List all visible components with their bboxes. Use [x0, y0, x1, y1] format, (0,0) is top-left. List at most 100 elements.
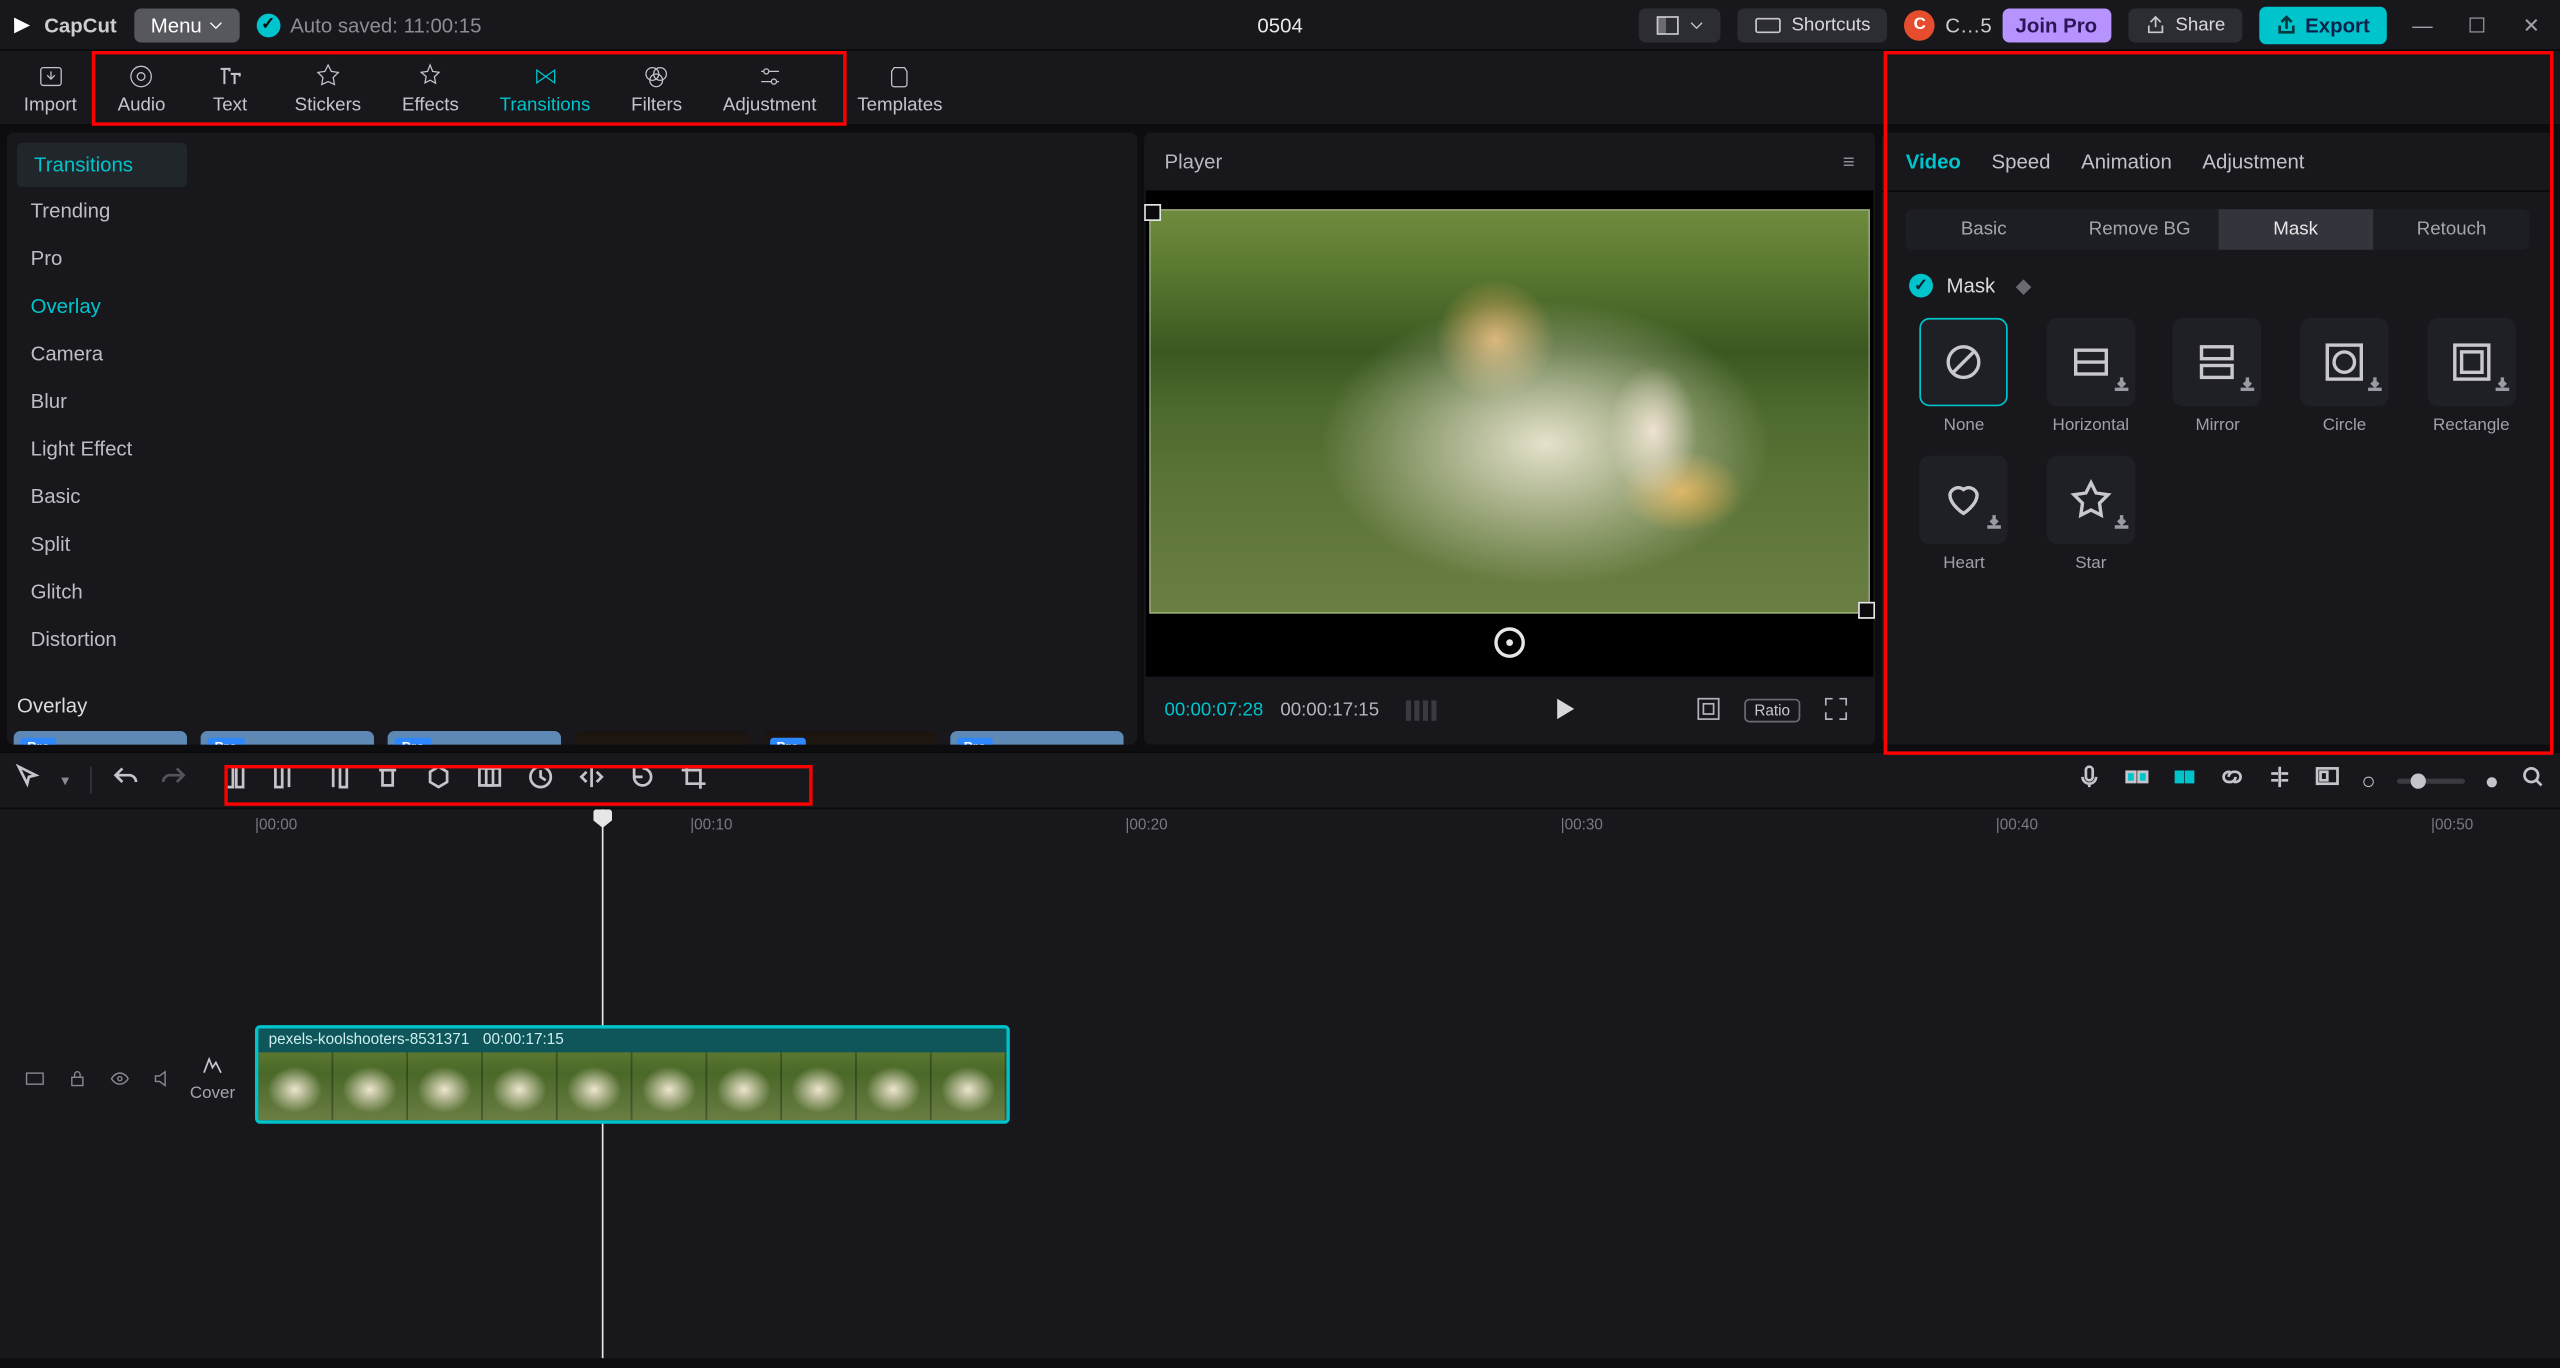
library-cat-distortion[interactable]: Distortion — [7, 615, 197, 663]
inspector-tab-animation[interactable]: Animation — [2081, 150, 2172, 174]
clip-thumbnails — [258, 1052, 1006, 1120]
mask-circle[interactable]: Circle — [2290, 318, 2400, 435]
menu-button[interactable]: Menu — [134, 8, 239, 42]
mask-heart[interactable]: Heart — [1909, 456, 2019, 573]
tab-audio[interactable]: Audio — [101, 51, 183, 124]
track-settings-icon[interactable] — [24, 1068, 46, 1099]
transition-item[interactable]: ProWhite Flash II — [950, 731, 1124, 745]
library-cat-basic[interactable]: Basic — [7, 473, 197, 521]
library-cat-glitch[interactable]: Glitch — [7, 568, 197, 616]
split-right-tool[interactable] — [322, 762, 349, 798]
inspector-subtab-remove-bg[interactable]: Remove BG — [2062, 209, 2218, 250]
track-area[interactable]: Cover pexels-koolshooters-8531371 00:00:… — [0, 847, 2560, 1359]
preview-icon[interactable] — [2314, 762, 2341, 798]
tab-filters[interactable]: Filters — [614, 51, 699, 124]
mask-diamond-icon[interactable]: ◆ — [2016, 274, 2032, 298]
magnet-aux-icon[interactable] — [2171, 762, 2198, 798]
inspector-tab-adjustment[interactable]: Adjustment — [2202, 150, 2304, 174]
play-button[interactable] — [1550, 694, 1577, 726]
select-tool[interactable] — [14, 762, 41, 798]
inspector-subtab-mask[interactable]: Mask — [2218, 209, 2374, 250]
library-cat-camera[interactable]: Camera — [7, 330, 197, 378]
player-menu-icon[interactable]: ≡ — [1843, 150, 1855, 174]
video-preview[interactable] — [1149, 209, 1869, 614]
transition-item[interactable]: ProStarli…verlay — [763, 731, 937, 745]
mask-star[interactable]: Star — [2036, 456, 2146, 573]
split-left-tool[interactable] — [271, 762, 298, 798]
time-ruler[interactable]: |00:00|00:10|00:20|00:30|00:40|00:50 — [0, 809, 2560, 846]
transition-item[interactable]: ProFan Out — [201, 731, 375, 745]
align-icon[interactable] — [2266, 762, 2293, 798]
inspector-subtab-retouch[interactable]: Retouch — [2374, 209, 2530, 250]
library-cat-light-effect[interactable]: Light Effect — [7, 425, 197, 473]
rotate-tool[interactable] — [628, 762, 655, 798]
transition-item[interactable]: ProShimmer — [14, 731, 188, 745]
download-icon — [2493, 371, 2510, 402]
crop-window-tool[interactable] — [475, 762, 502, 798]
split-tool[interactable] — [220, 762, 247, 798]
mask-mirror[interactable]: Mirror — [2163, 318, 2273, 435]
mask-rectangle[interactable]: Rectangle — [2416, 318, 2526, 435]
library-cat-split[interactable]: Split — [7, 520, 197, 568]
tab-stickers[interactable]: Stickers — [278, 51, 379, 124]
select-dropdown-icon[interactable]: ▾ — [61, 771, 69, 790]
transition-item[interactable]: Black Fade — [575, 731, 749, 745]
zoom-fit-icon[interactable] — [2519, 762, 2546, 798]
transport-bar: 00:00:07:28 00:00:17:15 Ratio — [1144, 677, 1875, 745]
account-cluster[interactable]: C C…5 Join Pro — [1904, 8, 2110, 42]
layout-toggle[interactable] — [1638, 8, 1720, 42]
marker-tool[interactable] — [424, 762, 451, 798]
library-cat-blur[interactable]: Blur — [7, 377, 197, 425]
transition-item[interactable]: ProDisso… Zoom — [388, 731, 562, 745]
video-clip[interactable]: pexels-koolshooters-8531371 00:00:17:15 — [255, 1025, 1010, 1124]
speed-tool[interactable] — [526, 762, 553, 798]
tab-transitions[interactable]: Transitions — [483, 51, 608, 124]
zoom-slider[interactable] — [2396, 778, 2464, 783]
library-cat-overlay[interactable]: Overlay — [7, 282, 197, 330]
redo-button[interactable] — [159, 762, 186, 798]
tab-templates[interactable]: Templates — [840, 51, 959, 124]
undo-button[interactable] — [111, 762, 138, 798]
delete-tool[interactable] — [373, 762, 400, 798]
share-button[interactable]: Share — [2128, 8, 2243, 42]
track-mute-icon[interactable] — [151, 1068, 173, 1099]
mic-icon[interactable] — [2076, 762, 2103, 798]
avatar: C — [1904, 9, 1935, 40]
library-cat-trending[interactable]: Trending — [7, 187, 197, 235]
magnet-main-icon[interactable] — [2123, 762, 2150, 798]
maximize-button[interactable]: ☐ — [2458, 13, 2495, 37]
mask-checkbox[interactable]: ✓ — [1909, 274, 1933, 298]
minimize-button[interactable]: — — [2404, 13, 2441, 37]
inspector-subtab-basic[interactable]: Basic — [1906, 209, 2062, 250]
mirror-tool[interactable] — [577, 762, 604, 798]
track-lock-icon[interactable] — [66, 1068, 88, 1099]
library-cat-pro[interactable]: Pro — [7, 235, 197, 283]
zoom-out-icon[interactable]: ○ — [2361, 767, 2375, 794]
library-categories: TransitionsTrendingProOverlayCameraBlurL… — [7, 133, 197, 674]
cover-button[interactable]: Cover — [184, 1051, 242, 1104]
crop-tool[interactable] — [679, 762, 706, 798]
library-cat-transitions[interactable]: Transitions — [17, 143, 187, 187]
safezone-icon[interactable] — [1690, 694, 1727, 726]
ratio-button[interactable]: Ratio — [1744, 699, 1800, 723]
fullscreen-icon[interactable] — [1817, 694, 1854, 726]
link-icon[interactable] — [2219, 762, 2246, 798]
tab-adjustment[interactable]: Adjustment — [706, 51, 834, 124]
tab-effects[interactable]: Effects — [385, 51, 476, 124]
player-stage[interactable] — [1146, 190, 1874, 676]
tab-text[interactable]: Text — [189, 51, 271, 124]
zoom-in-icon[interactable]: ● — [2485, 767, 2499, 794]
inspector-tab-speed[interactable]: Speed — [1991, 150, 2050, 174]
close-button[interactable]: ✕ — [2513, 13, 2550, 37]
track-eye-icon[interactable] — [109, 1068, 131, 1099]
tab-import[interactable]: Import — [7, 51, 94, 124]
inspector-tab-video[interactable]: Video — [1906, 150, 1961, 174]
divider — [89, 767, 91, 794]
mask-horizontal[interactable]: Horizontal — [2036, 318, 2146, 435]
join-pro-button[interactable]: Join Pro — [2002, 8, 2111, 42]
shortcuts-button[interactable]: Shortcuts — [1737, 8, 1887, 42]
timeline[interactable]: |00:00|00:10|00:20|00:30|00:40|00:50 Cov… — [0, 809, 2560, 1358]
mask-none[interactable]: None — [1909, 318, 2019, 435]
transform-handle-icon[interactable] — [1494, 628, 1525, 659]
export-button[interactable]: Export — [2259, 6, 2387, 43]
